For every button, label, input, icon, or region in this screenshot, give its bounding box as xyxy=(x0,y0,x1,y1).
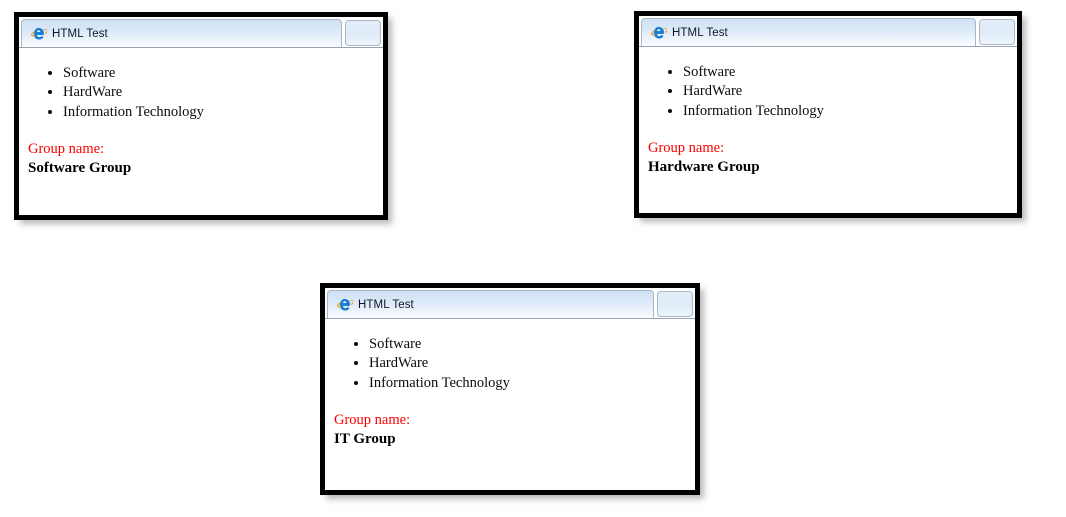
list-item: Software xyxy=(369,335,695,354)
group-name-label: Group name: xyxy=(28,140,105,157)
tab-strip: HTML Test xyxy=(639,16,1017,47)
tab-html-test[interactable]: HTML Test xyxy=(21,19,342,47)
group-block: Group name: IT Group xyxy=(325,411,695,450)
list-item: HardWare xyxy=(369,354,695,373)
topic-list: Software HardWare Information Technology xyxy=(325,335,695,393)
topic-list: Software HardWare Information Technology xyxy=(19,64,383,122)
group-name-value: IT Group xyxy=(334,430,396,447)
list-item: Software xyxy=(63,64,383,83)
list-item: Software xyxy=(683,63,1017,82)
new-tab-button[interactable] xyxy=(345,20,381,46)
group-name-label: Group name: xyxy=(648,139,725,156)
browser-window-software[interactable]: HTML Test Software HardWare Information … xyxy=(14,12,388,220)
browser-window-it[interactable]: HTML Test Software HardWare Information … xyxy=(320,283,700,495)
browser-window-inner: HTML Test Software HardWare Information … xyxy=(639,16,1017,213)
internet-explorer-icon xyxy=(337,298,353,311)
group-block: Group name: Hardware Group xyxy=(639,139,1017,178)
page-content: Software HardWare Information Technology… xyxy=(19,48,383,215)
tab-title: HTML Test xyxy=(672,26,728,39)
list-item: Information Technology xyxy=(63,103,383,122)
topic-list: Software HardWare Information Technology xyxy=(639,63,1017,121)
tab-title: HTML Test xyxy=(52,27,108,40)
group-name-label: Group name: xyxy=(334,411,411,428)
browser-window-inner: HTML Test Software HardWare Information … xyxy=(19,17,383,215)
tab-html-test[interactable]: HTML Test xyxy=(641,18,976,46)
new-tab-button[interactable] xyxy=(657,291,693,317)
browser-window-inner: HTML Test Software HardWare Information … xyxy=(325,288,695,490)
page-content: Software HardWare Information Technology… xyxy=(325,319,695,490)
internet-explorer-icon xyxy=(651,26,667,39)
tab-strip: HTML Test xyxy=(325,288,695,319)
group-name-value: Software Group xyxy=(28,159,132,176)
list-item: Information Technology xyxy=(683,102,1017,121)
group-block: Group name: Software Group xyxy=(19,140,383,179)
tab-strip: HTML Test xyxy=(19,17,383,48)
group-name-value: Hardware Group xyxy=(648,158,760,175)
list-item: HardWare xyxy=(683,82,1017,101)
list-item: HardWare xyxy=(63,83,383,102)
page-content: Software HardWare Information Technology… xyxy=(639,47,1017,213)
tab-title: HTML Test xyxy=(358,298,414,311)
new-tab-button[interactable] xyxy=(979,19,1015,45)
browser-window-hardware[interactable]: HTML Test Software HardWare Information … xyxy=(634,11,1022,218)
tab-html-test[interactable]: HTML Test xyxy=(327,290,654,318)
internet-explorer-icon xyxy=(31,27,47,40)
list-item: Information Technology xyxy=(369,374,695,393)
